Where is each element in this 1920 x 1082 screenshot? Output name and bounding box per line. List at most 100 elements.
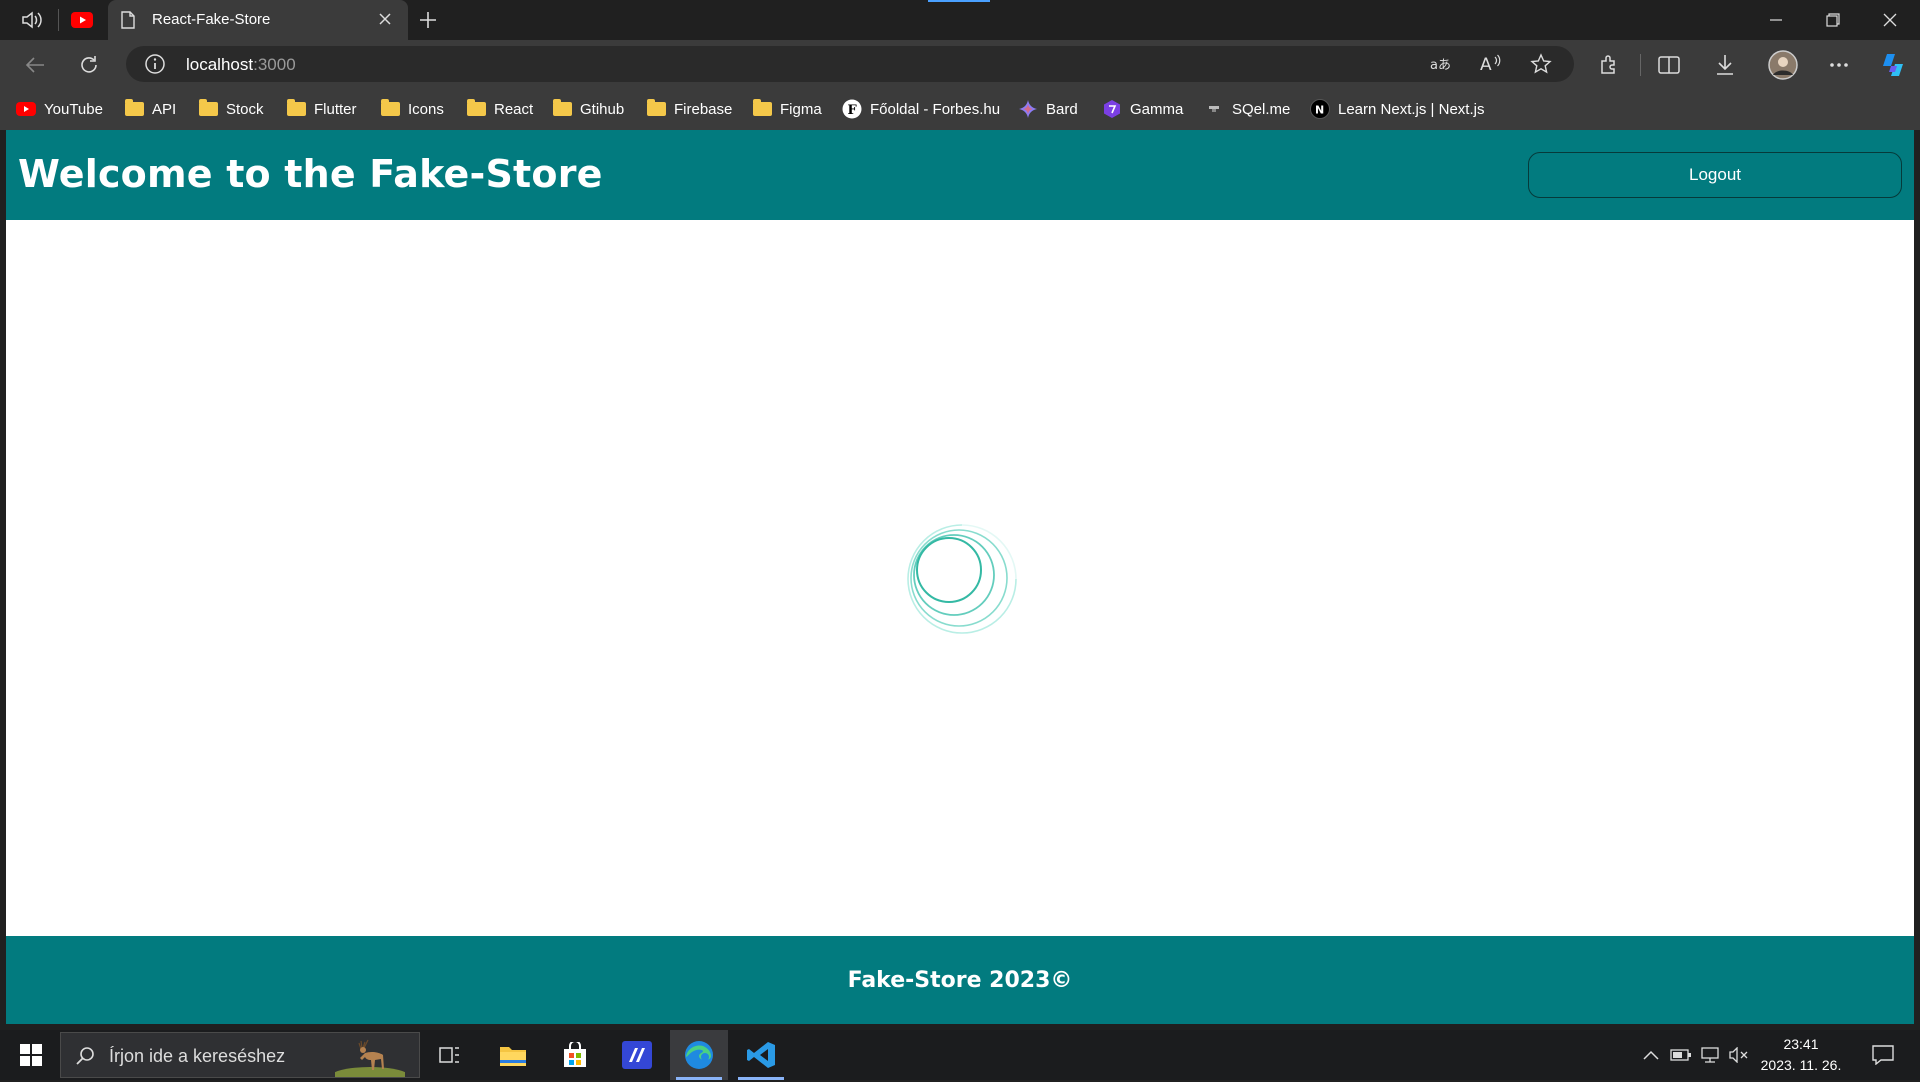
svg-text:N: N [1315,104,1324,117]
notification-center-icon[interactable] [1870,1042,1896,1068]
bookmark-youtube[interactable]: YouTube [16,98,103,120]
bookmark-label: Figma [780,100,822,118]
search-icon [75,1046,95,1071]
bookmark-label: YouTube [44,100,103,118]
gamma-icon [1102,100,1122,118]
bookmark-folder-icons[interactable]: Icons [380,98,444,120]
url-text[interactable]: localhost:3000 [186,55,296,75]
bookmark-label: Firebase [674,100,733,118]
minimize-icon[interactable] [1748,0,1804,40]
tab-separator [58,9,59,31]
address-bar[interactable]: localhost:3000 aあ A [126,46,1574,82]
web-page: Welcome to the Fake-Store Logout Fake-St… [6,130,1914,1024]
url-host: localhost [186,55,254,74]
copilot-icon[interactable] [1876,48,1910,82]
youtube-tab-icon[interactable] [68,6,96,34]
app-header: Welcome to the Fake-Store Logout [6,130,1914,220]
task-view-icon[interactable] [421,1030,479,1080]
more-options-icon[interactable] [1822,48,1856,82]
split-screen-icon[interactable] [1652,48,1686,82]
toolbar-separator [1640,54,1641,76]
logout-button[interactable]: Logout [1528,152,1902,198]
extensions-icon[interactable] [1592,48,1626,82]
site-info-icon[interactable] [144,53,166,80]
bookmark-folder-firebase[interactable]: Firebase [646,98,732,120]
page-icon [120,11,136,34]
bookmark-label: Flutter [314,100,357,118]
restore-icon[interactable] [1805,0,1861,40]
downloads-icon[interactable] [1708,48,1742,82]
folder-icon [552,99,572,118]
app-footer: Fake-Store 2023© [6,936,1914,1024]
clock-date: 2023. 11. 26. [1760,1057,1842,1073]
windows-start-icon[interactable] [8,1030,54,1080]
network-icon[interactable] [1700,1045,1722,1065]
browser-toolbar: localhost:3000 aあ A [0,40,1920,88]
new-tab-icon[interactable] [414,6,442,34]
svg-text:A: A [1480,55,1492,74]
bookmark-label: Főoldal - Forbes.hu [870,100,1001,118]
file-explorer-icon[interactable] [484,1030,542,1080]
page-title: Welcome to the Fake-Store [18,152,603,196]
bookmark-bard[interactable]: Bard [1018,98,1078,120]
battery-icon[interactable] [1670,1045,1692,1065]
read-aloud-icon[interactable]: A [1478,51,1504,77]
system-clock[interactable]: 23:41 2023. 11. 26. [1756,1034,1846,1076]
bookmark-nextjs[interactable]: N Learn Next.js | Next.js [1310,98,1484,120]
bookmark-label: Gamma [1130,100,1184,118]
bookmarks-bar: YouTube API Stock Flutter Icons React Gt… [0,88,1920,130]
search-placeholder: Írjon ide a kereséshez [109,1046,286,1066]
bookmark-label: Stock [226,100,264,118]
deer-illustration-icon [330,1035,410,1082]
favorite-star-icon[interactable] [1528,51,1554,77]
bookmark-label: Icons [408,100,444,118]
footer-text: Fake-Store 2023© [847,968,1073,993]
bookmark-label: Learn Next.js | Next.js [1338,100,1485,118]
folder-icon [466,99,486,118]
clock-time: 23:41 [1783,1036,1819,1052]
folder-icon [752,99,772,118]
folder-icon [198,99,218,118]
reload-icon[interactable] [72,48,106,82]
vscode-icon[interactable] [732,1030,790,1080]
bookmark-gamma[interactable]: Gamma [1102,98,1183,120]
bookmark-sqel[interactable]: SQel.me [1204,98,1290,120]
volume-muted-icon[interactable] [1728,1045,1750,1065]
bookmark-label: SQel.me [1232,100,1291,118]
show-hidden-icons-icon[interactable] [1640,1045,1662,1065]
sqel-icon [1204,100,1224,118]
svg-text:aあ: aあ [1430,58,1451,73]
close-tab-icon[interactable] [374,8,396,30]
folder-icon [286,99,306,118]
taskbar-search-box[interactable]: Írjon ide a kereséshez [60,1032,420,1082]
bookmark-forbes[interactable]: F Főoldal - Forbes.hu [842,98,1000,120]
tab-title: React-Fake-Store [152,11,271,28]
folder-icon [646,99,666,118]
app-launcher-icon[interactable] [608,1030,666,1080]
windows-taskbar: Írjon ide a kereséshez 23:41 2023. 11. 2… [0,1030,1920,1082]
nextjs-icon: N [1310,99,1330,119]
translate-icon[interactable]: aあ [1428,51,1454,77]
bookmark-folder-stock[interactable]: Stock [198,98,264,120]
url-port: :3000 [253,55,296,74]
close-window-icon[interactable] [1862,0,1918,40]
svg-text:F: F [848,103,858,118]
speaker-icon[interactable] [18,6,46,34]
tab-react-fake-store[interactable]: React-Fake-Store [108,0,408,40]
bookmark-folder-flutter[interactable]: Flutter [286,98,357,120]
bookmark-label: Gtihub [580,100,625,118]
microsoft-store-icon[interactable] [546,1030,604,1080]
window-drag-indicator [928,0,990,2]
back-icon[interactable] [18,48,52,82]
bookmark-folder-react[interactable]: React [466,98,533,120]
forbes-icon: F [842,99,862,119]
bookmark-folder-api[interactable]: API [124,98,176,120]
profile-avatar[interactable] [1766,48,1800,82]
loading-spinner [902,520,1022,640]
bookmark-label: Bard [1046,100,1078,118]
bookmark-folder-gtihub[interactable]: Gtihub [552,98,624,120]
edge-browser-icon[interactable] [670,1030,728,1080]
bookmark-folder-figma[interactable]: Figma [752,98,822,120]
bookmark-label: API [152,100,177,118]
browser-tab-strip: React-Fake-Store [0,0,1920,40]
